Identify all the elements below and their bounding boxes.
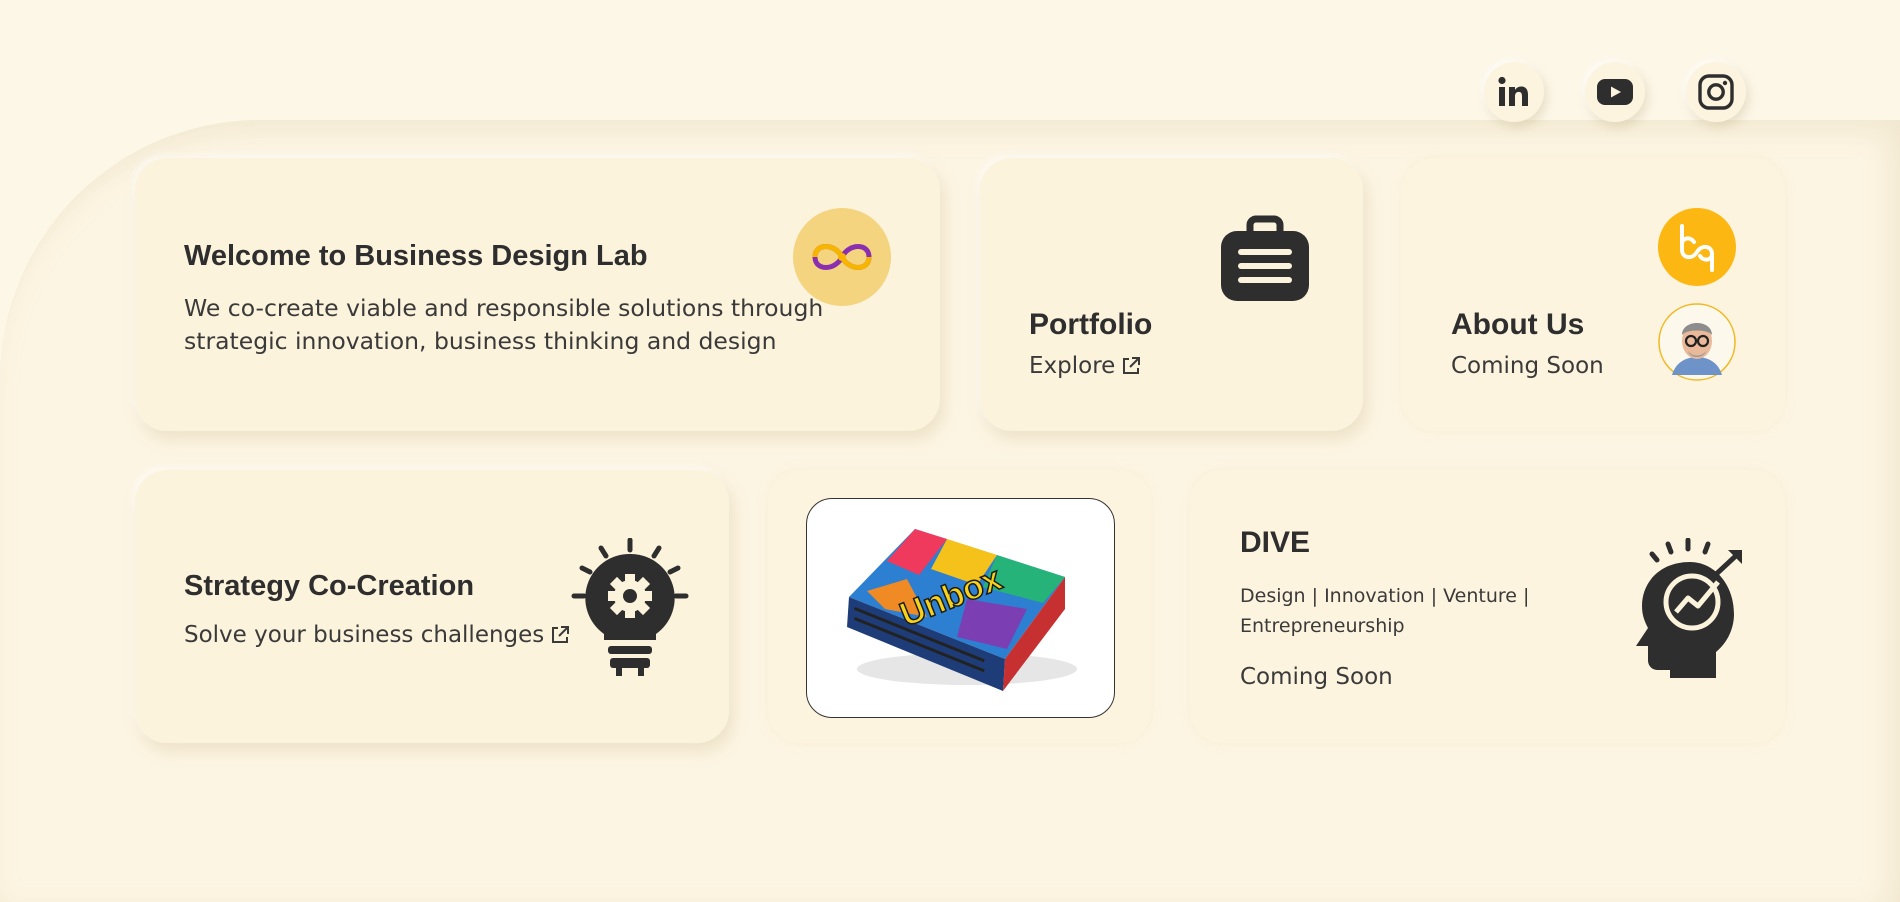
- portfolio-card[interactable]: Portfolio Explore: [980, 158, 1363, 431]
- bdl-logo-icon: [1658, 208, 1736, 286]
- dive-status: Coming Soon: [1240, 664, 1393, 690]
- linkedin-icon: [1498, 76, 1528, 106]
- dive-card[interactable]: DIVE Design | Innovation | Venture | Ent…: [1190, 470, 1785, 743]
- instagram-icon: [1698, 74, 1734, 110]
- strategy-link-label: Solve your business challenges: [184, 622, 545, 648]
- welcome-card: Welcome to Business Design Lab We co-cre…: [135, 158, 940, 431]
- about-title: About Us: [1451, 308, 1585, 341]
- head-growth-icon: [1636, 538, 1742, 678]
- avatar: [1658, 303, 1736, 381]
- welcome-description: We co-create viable and responsible solu…: [184, 292, 823, 358]
- welcome-description-line-2: strategic innovation, business thinking …: [184, 327, 777, 355]
- dive-title: DIVE: [1240, 526, 1311, 559]
- dive-tags-line-2: Entrepreneurship: [1240, 615, 1405, 637]
- product-card[interactable]: Unbox: [768, 470, 1151, 743]
- portfolio-explore-label: Explore: [1029, 353, 1116, 379]
- portfolio-title: Portfolio: [1029, 308, 1153, 341]
- welcome-description-line-1: We co-create viable and responsible solu…: [184, 294, 824, 322]
- strategy-card[interactable]: Strategy Co-Creation Solve your business…: [135, 470, 729, 743]
- dive-tags-line-1: Design | Innovation | Venture |: [1240, 585, 1530, 607]
- dive-tags: Design | Innovation | Venture | Entrepre…: [1240, 581, 1529, 641]
- strategy-link[interactable]: Solve your business challenges: [184, 622, 570, 648]
- linkedin-button[interactable]: [1484, 62, 1544, 122]
- bulb-gear-icon: [571, 538, 689, 676]
- portfolio-explore-link[interactable]: Explore: [1029, 353, 1141, 379]
- youtube-icon: [1597, 79, 1633, 105]
- product-image-frame[interactable]: Unbox: [806, 498, 1115, 718]
- external-link-icon: [1123, 357, 1141, 374]
- product-box-image: Unbox: [847, 529, 1077, 691]
- about-card[interactable]: About Us Coming Soon: [1402, 158, 1785, 431]
- external-link-icon: [552, 626, 570, 643]
- instagram-button[interactable]: [1686, 62, 1746, 122]
- strategy-title: Strategy Co-Creation: [184, 570, 475, 602]
- youtube-button[interactable]: [1585, 62, 1645, 122]
- welcome-title: Welcome to Business Design Lab: [184, 240, 648, 272]
- about-status: Coming Soon: [1451, 353, 1604, 379]
- briefcase-icon: [1221, 215, 1309, 301]
- infinity-logo-icon: [793, 208, 891, 306]
